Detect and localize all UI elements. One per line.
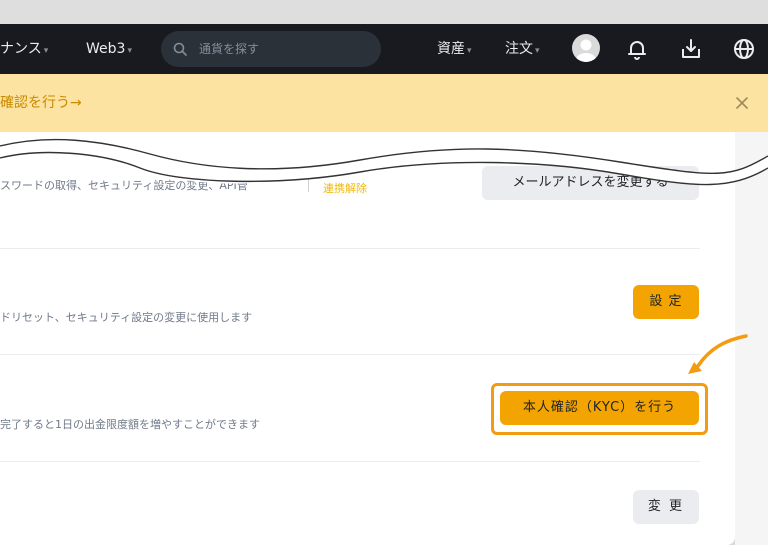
kyc-row-description: 完了すると1日の出金限度額を増やすことができます: [0, 418, 260, 431]
bell-icon[interactable]: [625, 37, 649, 61]
row-divider: [0, 461, 700, 462]
nav-link-assets[interactable]: 資産 ▾: [437, 24, 472, 74]
nav-link-assets-label: 資産: [437, 41, 465, 57]
nav-link-orders[interactable]: 注文 ▾: [505, 24, 540, 74]
search-input[interactable]: 通貨を探す: [161, 31, 381, 67]
chevron-down-icon: ▾: [43, 46, 49, 56]
setup-button[interactable]: 設 定: [633, 285, 699, 319]
chevron-down-icon: ▾: [467, 46, 472, 56]
avatar[interactable]: [572, 34, 600, 62]
chevron-down-icon: ▾: [127, 46, 132, 56]
banner-link[interactable]: 確認を行う→: [0, 74, 82, 132]
nav-link-finance-label: ナンス: [0, 41, 42, 57]
kyc-verify-button[interactable]: 本人確認（KYC）を行う: [500, 391, 699, 425]
search-placeholder: 通貨を探す: [199, 42, 260, 56]
nav-link-web3[interactable]: Web3 ▾: [86, 24, 132, 74]
top-navbar: ナンス ▾ Web3 ▾ 通貨を探す 資産 ▾ 注文 ▾: [0, 24, 768, 74]
close-icon[interactable]: [733, 94, 751, 112]
row-divider: [0, 248, 700, 249]
curved-arrow-icon: [688, 334, 748, 374]
globe-icon[interactable]: [732, 37, 756, 61]
row-divider: [0, 354, 700, 355]
nav-link-finance[interactable]: ナンス ▾: [0, 24, 48, 74]
search-icon: [173, 42, 187, 56]
change-button[interactable]: 変 更: [633, 490, 699, 524]
nav-link-orders-label: 注文: [505, 41, 533, 57]
verification-banner: 確認を行う→: [0, 74, 768, 132]
browser-top-strip: [0, 0, 768, 24]
download-icon[interactable]: [679, 37, 703, 61]
user-icon: [576, 39, 596, 62]
chevron-down-icon: ▾: [535, 46, 540, 56]
nav-link-web3-label: Web3: [86, 41, 126, 57]
security-row-description: ドリセット、セキュリティ設定の変更に使用します: [0, 311, 253, 324]
torn-edge-divider: [0, 138, 768, 186]
